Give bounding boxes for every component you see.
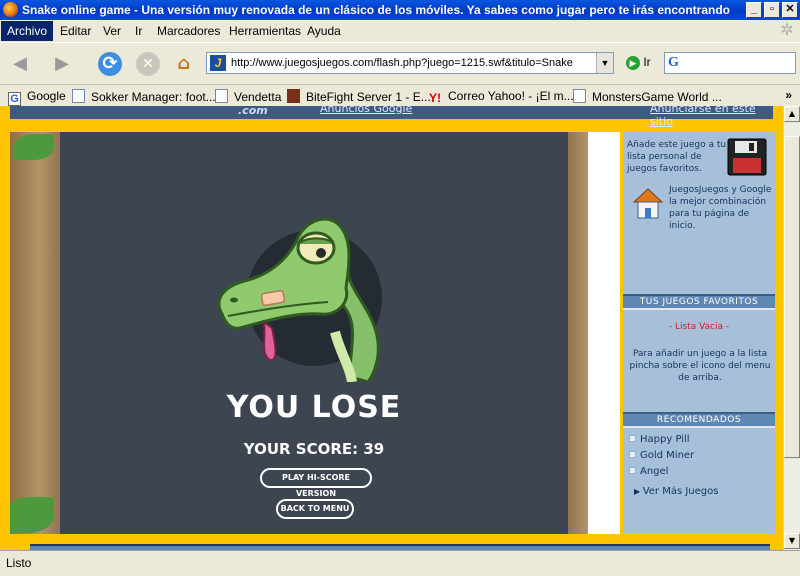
vertical-scrollbar[interactable]: ▲ ▼ [783,106,800,550]
bookmark-google[interactable]: G Google [8,89,66,106]
scroll-up-arrow-icon[interactable]: ▲ [784,106,800,122]
bullet-icon [629,467,636,474]
maximize-button[interactable]: ▫ [764,2,780,18]
recommended-item[interactable]: Gold Miner [629,450,694,461]
menu-ayuda[interactable]: Ayuda [307,24,341,38]
throbber-icon: ✲ [780,22,794,39]
jungle-border-left [10,132,60,534]
search-input[interactable]: G [664,52,796,74]
favorites-header: TUS JUEGOS FAVORITOS [623,294,775,310]
footer-strip [10,534,773,550]
recommended-item[interactable]: Angel [629,466,668,477]
status-text: Listo [6,556,32,570]
window-title: Snake online game - Una versión muy reno… [22,3,732,17]
bullet-icon [629,435,636,442]
page-icon [573,89,586,103]
play-hi-score-button[interactable]: PLAY HI-SCORE VERSION [260,468,372,498]
favorites-empty-label: - Lista Vacia - [668,322,730,332]
navigation-toolbar: ◀ ▶ ⟳ ✕ ⌂ J http://www.juegosjuegos.com/… [0,42,800,84]
menu-archivo[interactable]: Archivo [1,21,54,41]
bookmark-yahoo[interactable]: Y! Correo Yahoo! - ¡El m... [429,89,574,105]
menu-ir[interactable]: Ir [135,24,142,38]
page-body: .com Anuncios Google Anunciarse en este … [0,106,783,550]
back-button[interactable]: ◀ [8,52,32,76]
google-ads-link[interactable]: Anuncios Google [320,106,412,115]
firefox-icon [3,2,18,17]
page-icon [215,89,228,103]
score-display: YOUR SCORE: 39 [243,440,385,458]
address-bar[interactable]: J http://www.juegosjuegos.com/flash.php?… [206,52,614,74]
sidebar: Añade este juego a tu lista personal de … [623,132,775,534]
menu-herramientas[interactable]: Herramientas [229,24,301,38]
menu-editar[interactable]: Editar [60,24,91,38]
bookmark-vendetta[interactable]: Vendetta [215,89,281,104]
address-dropdown-button[interactable]: ▼ [596,53,613,73]
google-icon: G [8,92,21,106]
stop-icon[interactable]: ✕ [136,52,160,76]
leaf-decoration [10,497,54,533]
game-over-title: YOU LOSE [226,390,402,425]
google-search-icon: G [668,55,679,70]
scrollbar-thumb[interactable] [784,136,800,458]
leaf-decoration [14,134,54,160]
site-header-strip: .com Anuncios Google Anunciarse en este … [10,106,773,128]
favorites-help-text: Para añadir un juego a la lista pincha s… [629,349,771,383]
house-icon[interactable] [632,186,664,220]
menu-marcadores[interactable]: Marcadores [157,24,220,38]
page-icon [72,89,85,103]
floppy-disk-icon[interactable] [727,138,767,176]
arrow-right-icon: ▶ [634,487,643,496]
home-icon[interactable]: ⌂ [172,52,196,76]
snake-character-icon [217,217,380,382]
bullet-icon [629,451,636,458]
bookmark-sokker[interactable]: Sokker Manager: foot... [72,89,216,104]
add-favorite-text[interactable]: Añade este juego a tu lista personal de … [627,139,727,175]
game-container: YOU LOSE YOUR SCORE: 39 PLAY HI-SCORE VE… [10,132,620,534]
status-bar: Listo [0,550,800,576]
go-button[interactable]: ▶ Ir [626,55,651,73]
forward-button[interactable]: ▶ [50,52,74,76]
jungle-border-right [568,132,588,534]
game-screen[interactable]: YOU LOSE YOUR SCORE: 39 PLAY HI-SCORE VE… [60,132,568,534]
reload-icon[interactable]: ⟳ [98,52,122,76]
site-logo-fragment: .com [238,106,268,117]
back-to-menu-button[interactable]: BACK TO MENU [276,499,354,519]
scroll-down-arrow-icon[interactable]: ▼ [784,533,800,549]
homepage-text[interactable]: JuegosJuegos y Google la mejor combinaci… [669,184,773,232]
recommended-header: RECOMENDADOS [623,412,775,428]
site-favicon: J [210,55,226,71]
address-text: http://www.juegosjuegos.com/flash.php?ju… [231,57,573,69]
bookmarks-toolbar: G Google Sokker Manager: foot... Vendetta… [0,84,800,106]
go-arrow-icon: ▶ [626,55,640,70]
page-viewport: .com Anuncios Google Anunciarse en este … [0,106,783,550]
advertise-link[interactable]: Anunciarse en este sitio [650,106,773,128]
yahoo-icon: Y! [429,91,441,105]
more-games-link[interactable]: ▶ Ver Más Juegos [634,486,718,497]
close-button[interactable]: ✕ [782,2,798,18]
minimize-button[interactable]: _ [746,2,762,18]
blank-column [588,132,620,534]
bitefight-icon [287,89,300,103]
bookmark-bitefight[interactable]: BiteFight Server 1 - E... [287,89,431,104]
bookmarks-overflow-button[interactable]: » [785,88,792,102]
go-label: Ir [643,55,651,69]
recommended-item[interactable]: Happy Pill [629,434,690,445]
window-title-bar: Snake online game - Una versión muy reno… [0,0,800,20]
bookmark-monstersgame[interactable]: MonstersGame World ... [573,89,722,104]
menu-bar: Archivo Editar Ver Ir Marcadores Herrami… [0,20,800,42]
menu-ver[interactable]: Ver [103,24,121,38]
